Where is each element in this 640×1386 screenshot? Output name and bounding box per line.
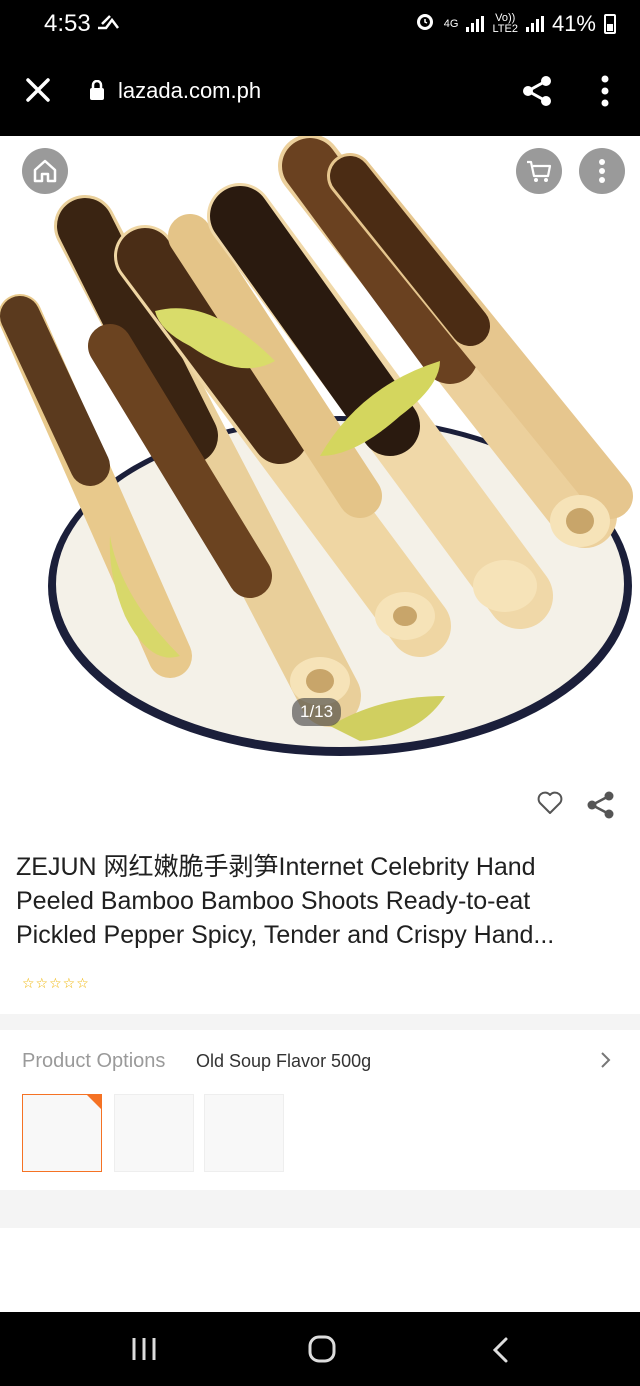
system-nav-bar	[0, 1312, 640, 1386]
image-counter: 1/13	[292, 698, 342, 726]
option-thumbnail[interactable]	[204, 1094, 284, 1172]
signal-icon-2	[525, 16, 544, 32]
option-thumbnails	[0, 1094, 640, 1190]
status-icons: 4G Vo)) LTE2 41%	[414, 10, 616, 38]
product-image	[0, 136, 633, 756]
recent-apps-icon[interactable]	[130, 1336, 158, 1367]
section-divider	[0, 1014, 640, 1030]
volte-indicator: Vo)) LTE2	[492, 13, 517, 35]
options-selected-value: Old Soup Flavor 500g	[196, 1051, 372, 1071]
back-icon[interactable]	[490, 1336, 512, 1369]
lock-icon	[88, 79, 106, 100]
network-type: 4G	[443, 17, 459, 30]
options-label: Product Options	[22, 1050, 166, 1072]
rating-stars: ☆☆☆☆☆	[22, 975, 90, 991]
product-title-text: ZEJUN 网红嫩脆手剥笋Internet Celebrity Hand Pee…	[16, 853, 555, 949]
activity-icon	[96, 12, 120, 38]
chevron-right-icon	[600, 1050, 612, 1076]
option-thumbnail-selected[interactable]	[22, 1094, 102, 1172]
product-title: ZEJUN 网红嫩脆手剥笋Internet Celebrity Hand Pee…	[16, 850, 616, 952]
url-text[interactable]: lazada.com.ph	[118, 78, 261, 104]
heart-icon[interactable]	[536, 790, 564, 825]
browser-toolbar: lazada.com.ph	[0, 48, 640, 136]
product-actions	[536, 790, 616, 825]
more-options-icon[interactable]	[579, 148, 625, 194]
volte-bottom: LTE2	[492, 23, 518, 35]
status-time: 4:53	[44, 10, 91, 37]
home-nav-icon[interactable]	[307, 1334, 337, 1369]
battery-icon	[604, 14, 616, 34]
product-options-row[interactable]: Product Options Old Soup Flavor 500g	[0, 1030, 640, 1094]
option-thumbnail[interactable]	[114, 1094, 194, 1172]
home-icon[interactable]	[22, 148, 68, 194]
section-divider-2	[0, 1190, 640, 1228]
alarm-icon	[414, 10, 436, 38]
share-icon[interactable]	[520, 74, 554, 108]
share-product-icon[interactable]	[586, 790, 616, 825]
cart-icon[interactable]	[516, 148, 562, 194]
battery-percent: 41%	[551, 11, 596, 36]
more-vertical-icon[interactable]	[590, 74, 620, 108]
status-bar: 4:53 4G Vo)) LTE2 41%	[0, 0, 640, 48]
close-icon[interactable]	[22, 74, 54, 106]
signal-icon	[466, 16, 485, 32]
product-gallery[interactable]: 1/13	[0, 136, 640, 776]
